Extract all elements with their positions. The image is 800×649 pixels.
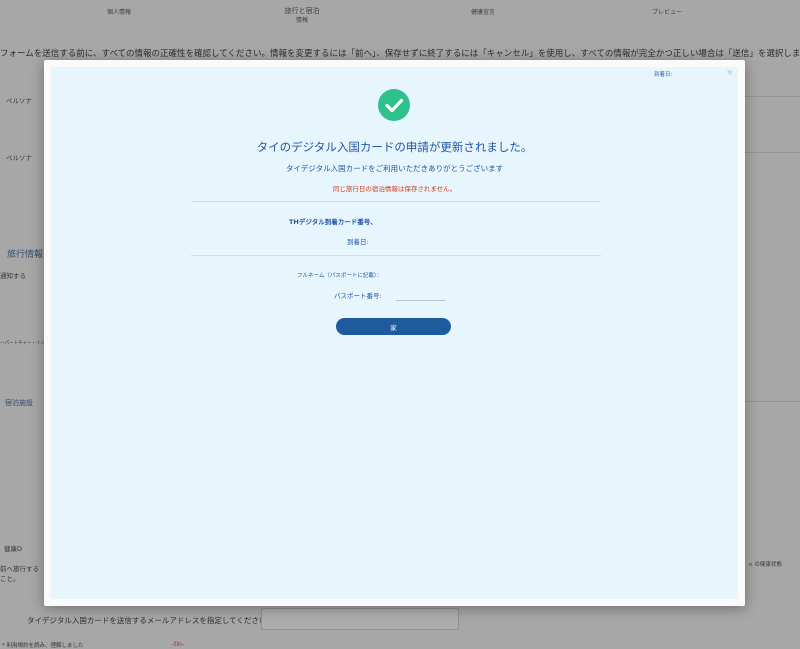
success-check-icon	[378, 89, 410, 121]
warning-message: 同じ旅行日の宿泊情報は保存されません。	[332, 185, 457, 193]
success-dialog: 到着日: × タイのデジタル入国カードの申請が更新されました。 タイデジタル入国…	[44, 60, 745, 606]
divider	[191, 201, 601, 202]
divider	[191, 255, 601, 256]
dialog-body: 到着日: × タイのデジタル入国カードの申請が更新されました。 タイデジタル入国…	[51, 67, 738, 599]
fullname-label: フルネーム（パスポートに記載）：	[297, 273, 383, 279]
dialog-title: タイのデジタル入国カードの申請が更新されました。	[256, 140, 533, 154]
passport-number-label: パスポート番号:	[334, 292, 382, 300]
passport-number-value	[396, 300, 446, 301]
arrival-date-header: 到着日:	[654, 72, 673, 78]
close-icon[interactable]: ×	[726, 68, 734, 78]
home-button[interactable]: 家	[336, 318, 451, 335]
thanks-message: タイデジタル入国カードをご利用いただきありがとうございます	[285, 164, 504, 173]
arrival-date-label: 到着日:	[347, 238, 369, 246]
card-number-label: THデジタル到着カード番号、	[289, 218, 377, 226]
